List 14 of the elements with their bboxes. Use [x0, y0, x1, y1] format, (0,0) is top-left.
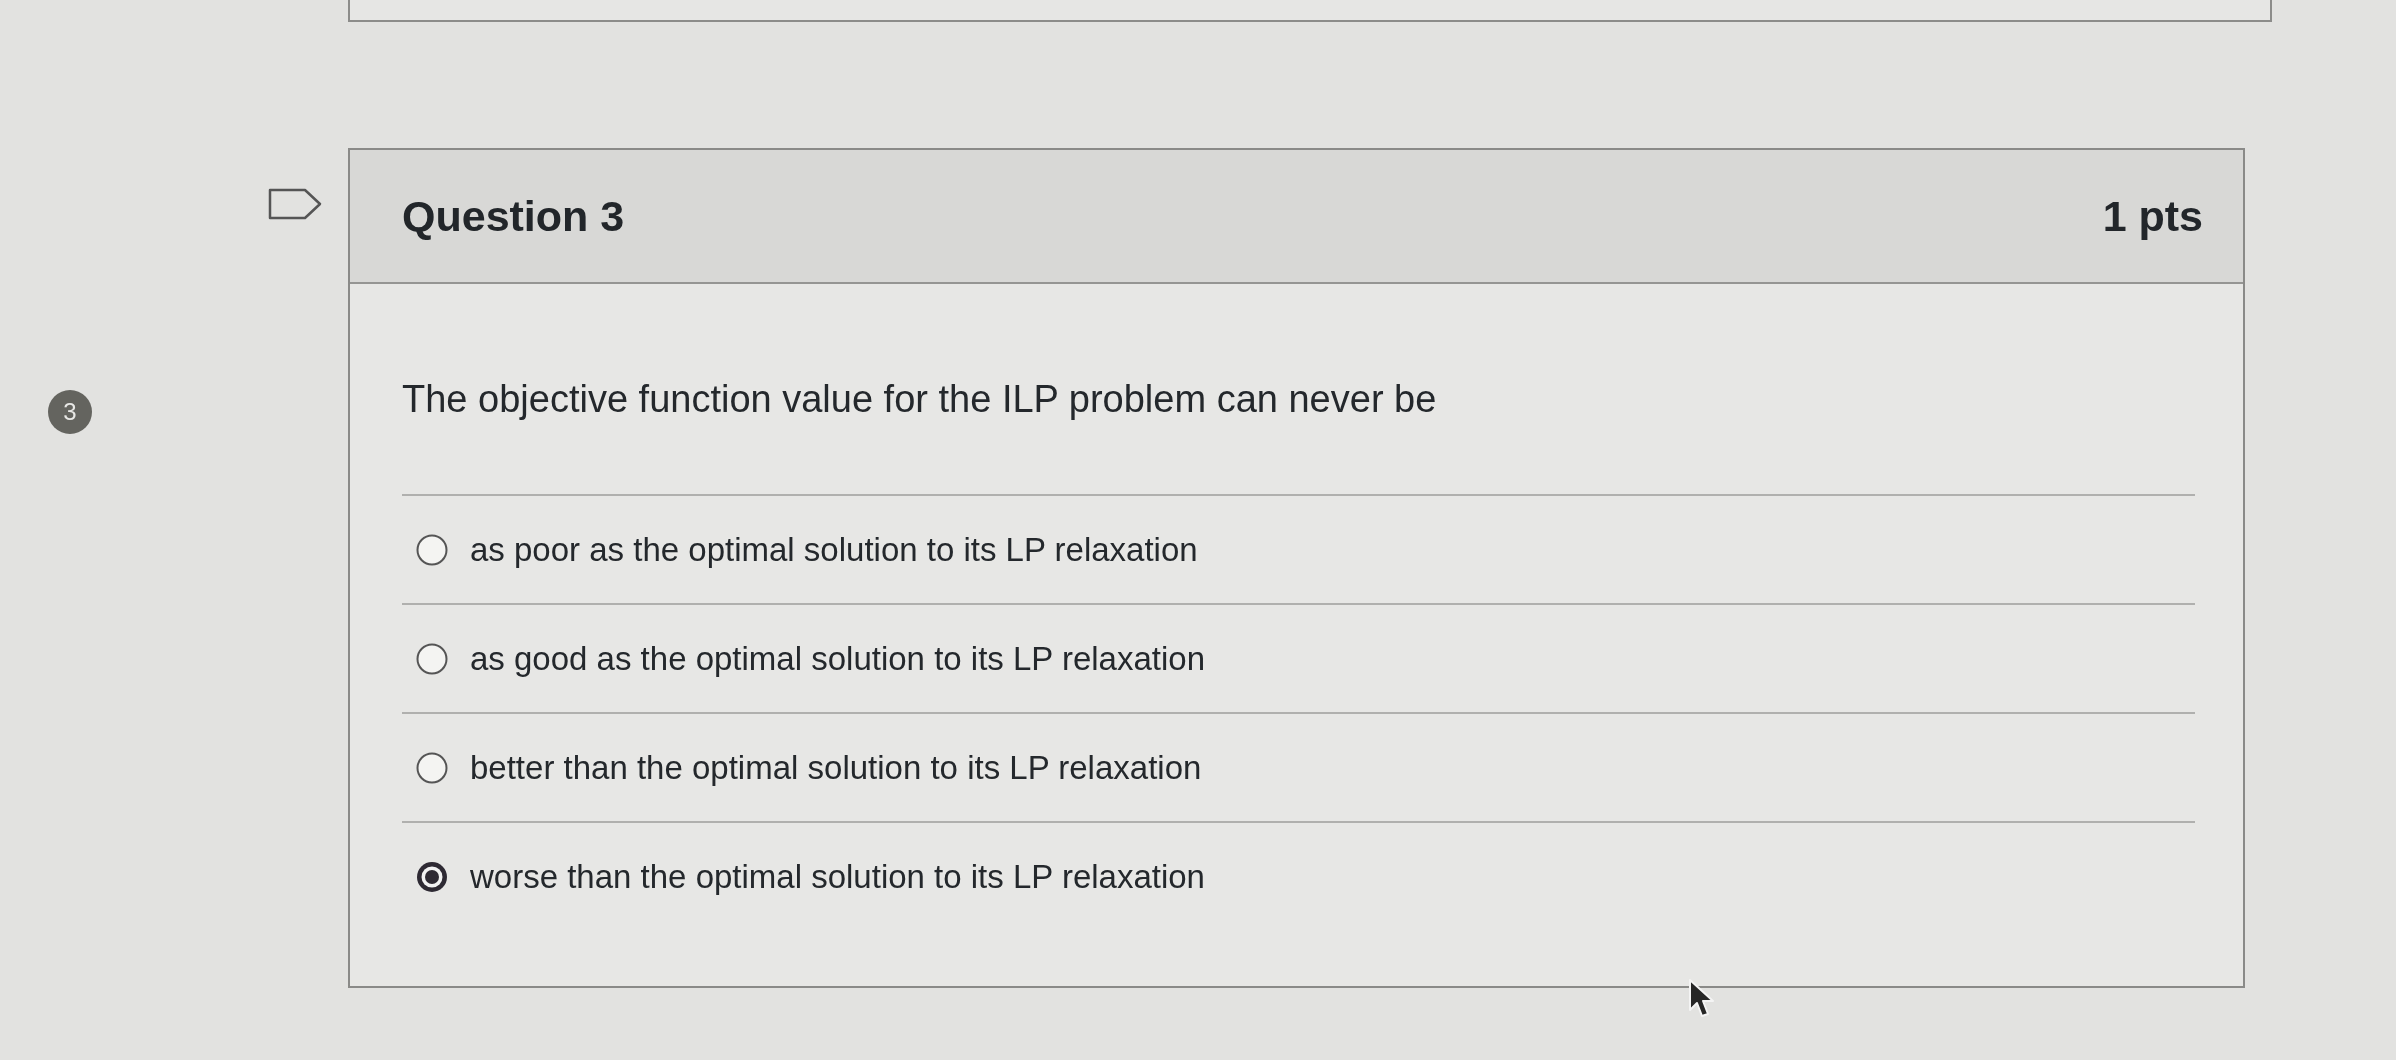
- question-points: 1 pts: [2102, 191, 2203, 241]
- question-title: Question 3: [402, 191, 625, 241]
- question-text: The objective function value for the ILP problem can never be: [402, 377, 1438, 422]
- radio-button[interactable]: [416, 533, 448, 566]
- radio-button[interactable]: [416, 751, 448, 784]
- option-label[interactable]: worse than the optimal solution to its LP relaxation: [470, 856, 1205, 897]
- option-label[interactable]: as poor as the optimal solution to its LP relaxation: [470, 529, 1198, 570]
- option-label[interactable]: as good as the optimal solution to its LP relaxation: [470, 638, 1205, 679]
- question-number-badge: 3: [48, 390, 92, 434]
- radio-button[interactable]: [416, 642, 448, 675]
- tag-icon[interactable]: [268, 188, 322, 220]
- radio-button[interactable]: [416, 860, 448, 893]
- cursor-icon: [1688, 978, 1716, 1020]
- option-label[interactable]: better than the optimal solution to its LP relaxation: [470, 747, 1202, 788]
